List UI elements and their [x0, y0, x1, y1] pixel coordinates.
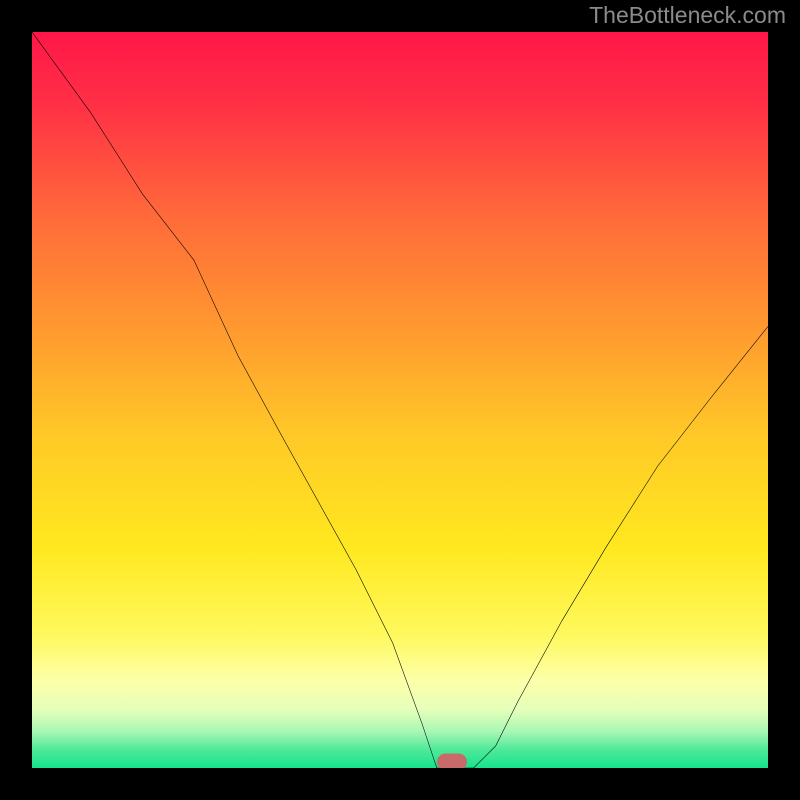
optimal-marker	[437, 754, 467, 769]
plot-area	[32, 32, 768, 768]
chart-frame: TheBottleneck.com	[0, 0, 800, 800]
bottleneck-curve	[32, 32, 768, 768]
watermark-text: TheBottleneck.com	[589, 2, 786, 29]
